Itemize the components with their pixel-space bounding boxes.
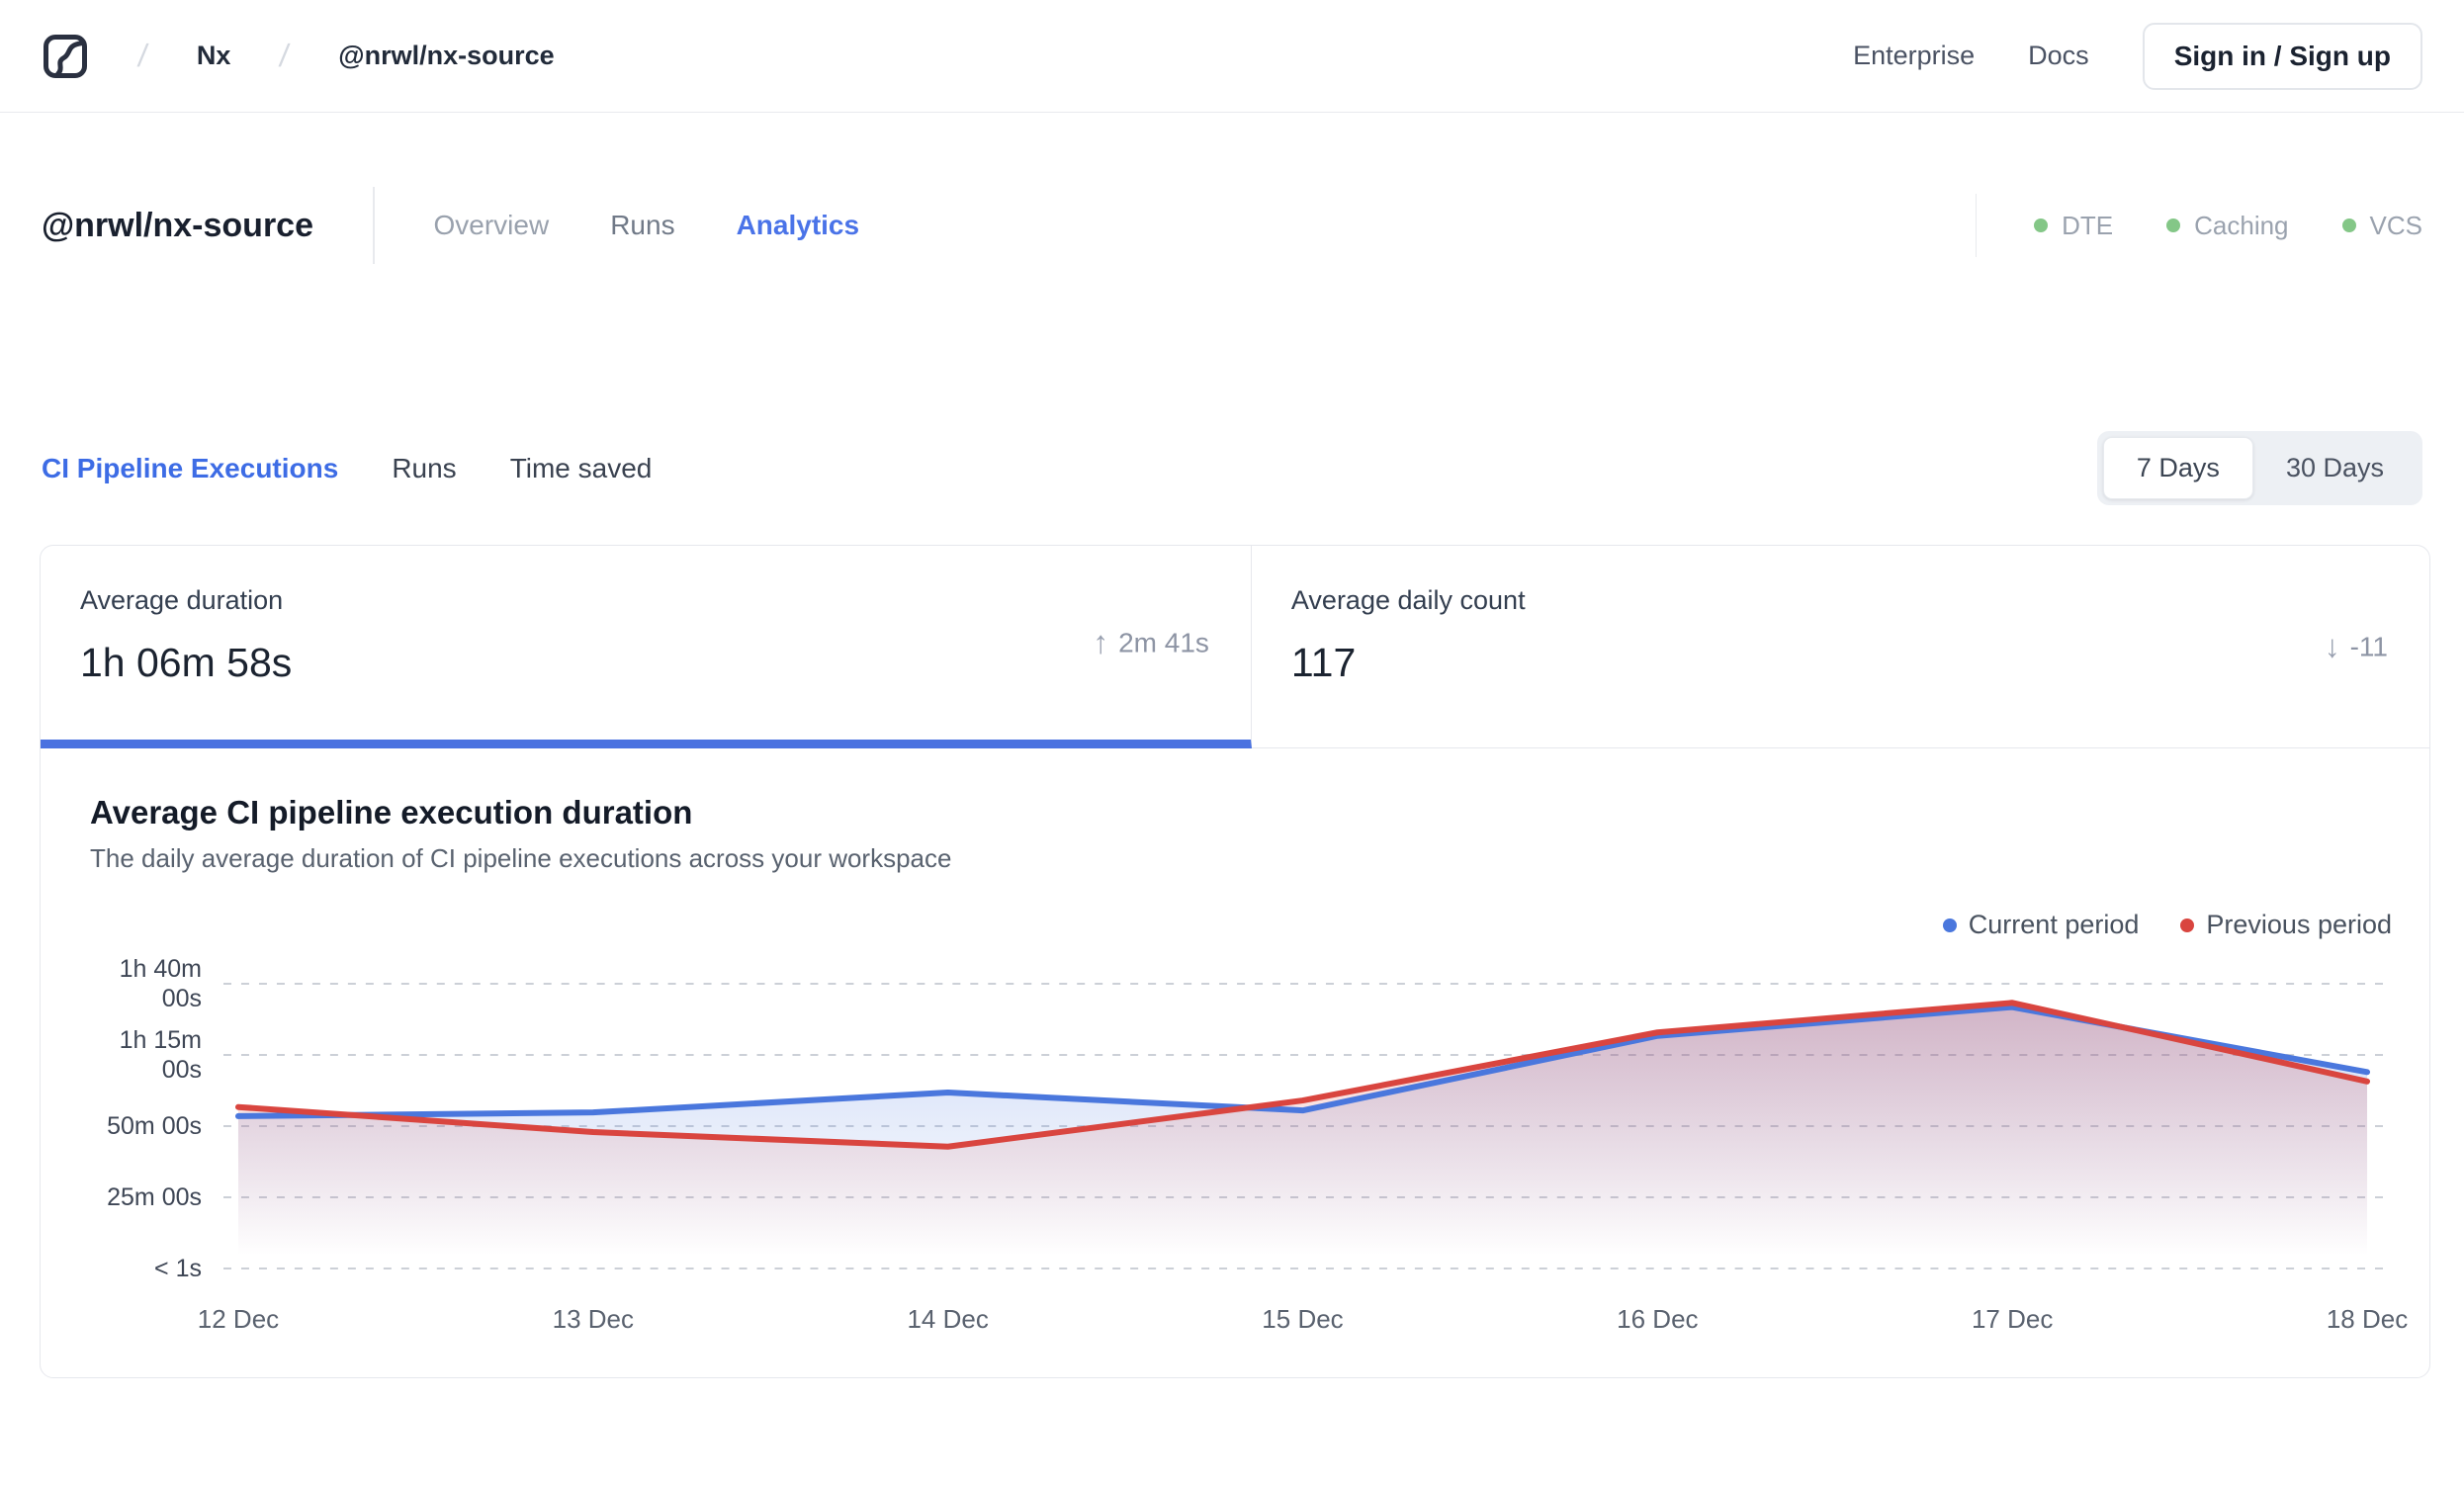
page-title: @nrwl/nx-source <box>42 206 313 244</box>
workspace-status: DTE Caching VCS <box>1975 194 2422 257</box>
chart-title: Average CI pipeline execution duration <box>90 794 693 831</box>
tab-ci-pipeline-executions[interactable]: CI Pipeline Executions <box>42 453 338 484</box>
x-axis-labels: 12 Dec 13 Dec 14 Dec 15 Dec 16 Dec 17 Dec 18 D… <box>198 1290 2408 1338</box>
stat-value: 1h 06m 58s <box>80 640 293 685</box>
status-dte: DTE <box>2034 211 2113 241</box>
range-7-days[interactable]: 7 Days <box>2102 437 2253 499</box>
previous-period-dot <box>2180 918 2195 932</box>
y-axis-tick: 1h 40m 00s <box>119 955 202 1012</box>
y-axis-tick: 25m 00s <box>107 1183 202 1211</box>
status-caching: Caching <box>2166 210 2289 241</box>
tab-time-saved[interactable]: Time saved <box>510 453 653 484</box>
x-axis-tick: 18 Dec <box>2326 1304 2409 1334</box>
status-label: Caching <box>2194 210 2289 240</box>
chart-plot-area: 1h 40m 00s 1h 15m 00s 50m 00s 25m 00s < 1s <box>90 954 2392 1290</box>
stat-delta: ↓ -11 <box>2325 629 2388 665</box>
stat-card-average-daily-count[interactable]: Average daily count 117 ↓ -11 <box>1251 546 2429 748</box>
top-header: / Nx / @nrwl/nx-source Enterprise Docs S… <box>0 0 2464 113</box>
stat-value: 117 <box>1290 640 1357 685</box>
legend-label: Previous period <box>2206 910 2392 939</box>
breadcrumb-separator: / <box>135 38 150 73</box>
chart-subtitle: The daily average duration of CI pipelin… <box>90 843 952 873</box>
arrow-up-icon: ↑ <box>1093 624 1109 660</box>
analytics-tab-row: CI Pipeline Executions Runs Time saved 7… <box>0 431 2464 505</box>
divider <box>373 187 375 264</box>
tab-analytics-runs[interactable]: Runs <box>392 453 456 484</box>
divider <box>1975 194 1978 257</box>
chart-legend: Current period Previous period <box>90 910 2392 940</box>
tab-overview[interactable]: Overview <box>434 210 550 241</box>
arrow-down-icon: ↓ <box>2324 628 2340 664</box>
breadcrumb-workspace[interactable]: @nrwl/nx-source <box>338 41 554 71</box>
y-axis-tick: 50m 00s <box>107 1112 202 1140</box>
workspace-bar: @nrwl/nx-source Overview Runs Analytics … <box>0 184 2464 267</box>
legend-label: Current period <box>1968 910 2140 939</box>
y-axis-labels: 1h 40m 00s 1h 15m 00s 50m 00s 25m 00s < 1s <box>90 954 223 1290</box>
header-nav: Enterprise Docs Sign in / Sign up <box>1853 22 2422 90</box>
vcs-status-dot <box>2341 219 2356 232</box>
nx-cloud-logo-icon[interactable] <box>42 33 89 80</box>
stat-row: Average duration 1h 06m 58s ↑ 2m 41s Ave… <box>41 546 2429 748</box>
x-axis-tick: 17 Dec <box>1971 1304 2054 1334</box>
caching-status-dot <box>2166 219 2181 232</box>
y-axis-tick: < 1s <box>154 1255 202 1282</box>
analytics-panel: Average duration 1h 06m 58s ↑ 2m 41s Ave… <box>40 545 2430 1378</box>
range-30-days[interactable]: 30 Days <box>2253 438 2417 498</box>
breadcrumb-org[interactable]: Nx <box>197 41 231 71</box>
stat-label: Average daily count <box>1290 585 1526 615</box>
chart-plot-svg[interactable] <box>223 954 2392 1290</box>
legend-previous-period[interactable]: Previous period <box>2180 910 2392 940</box>
delta-value: -11 <box>2349 631 2388 661</box>
stat-card-average-duration[interactable]: Average duration 1h 06m 58s ↑ 2m 41s <box>41 546 1252 748</box>
docs-link[interactable]: Docs <box>2028 41 2089 71</box>
status-label: DTE <box>2062 210 2114 240</box>
enterprise-link[interactable]: Enterprise <box>1853 41 1975 71</box>
date-range-toggle: 7 Days 30 Days <box>2096 431 2422 505</box>
x-axis-tick: 15 Dec <box>1262 1304 1344 1334</box>
stat-label: Average duration <box>80 585 284 615</box>
chart-section: Average CI pipeline execution duration T… <box>41 748 2429 1377</box>
tab-analytics[interactable]: Analytics <box>737 210 860 241</box>
x-axis-tick: 14 Dec <box>907 1304 989 1334</box>
x-axis-tick: 16 Dec <box>1617 1304 1699 1334</box>
x-axis-tick: 12 Dec <box>197 1304 280 1334</box>
y-axis-tick: 1h 15m 00s <box>119 1026 202 1084</box>
current-period-dot <box>1942 918 1957 932</box>
sign-in-button[interactable]: Sign in / Sign up <box>2142 22 2422 90</box>
x-axis-tick: 13 Dec <box>552 1304 635 1334</box>
legend-current-period[interactable]: Current period <box>1942 910 2140 940</box>
breadcrumb: / Nx / @nrwl/nx-source <box>135 38 555 74</box>
breadcrumb-separator: / <box>277 38 292 73</box>
dte-status-dot <box>2034 219 2049 232</box>
workspace-tabs: Overview Runs Analytics <box>434 210 860 241</box>
delta-value: 2m 41s <box>1118 627 1209 657</box>
status-vcs: VCS <box>2341 210 2422 241</box>
status-label: VCS <box>2369 210 2422 240</box>
stat-delta: ↑ 2m 41s <box>1093 625 1209 661</box>
tab-runs[interactable]: Runs <box>610 210 674 241</box>
